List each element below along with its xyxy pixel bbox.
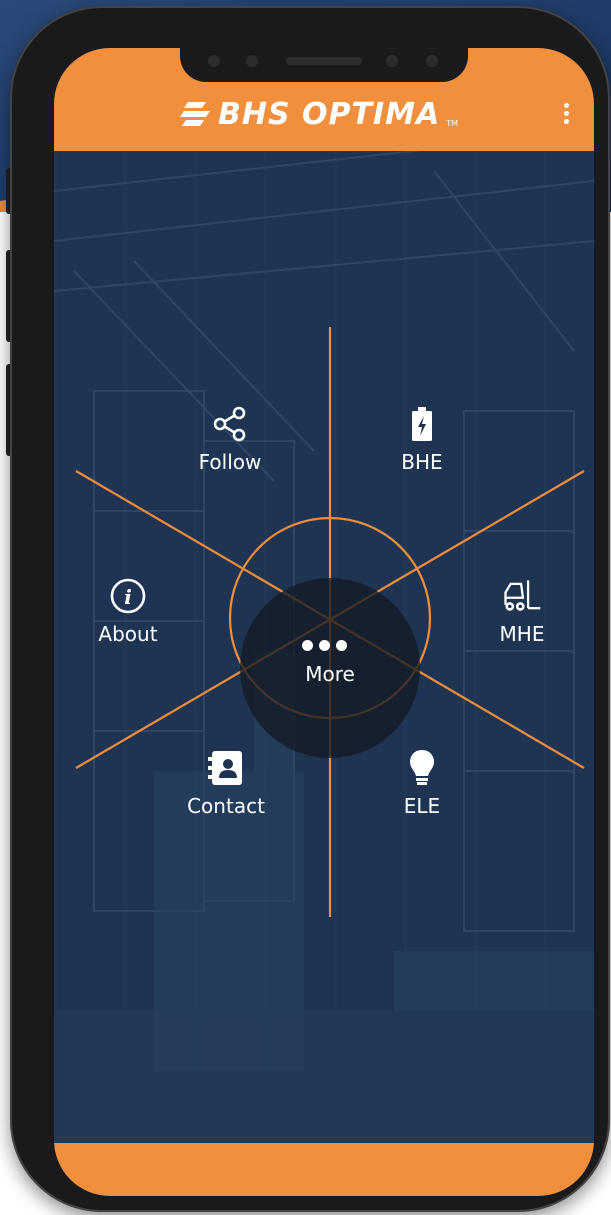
menu-item-label: About [98, 622, 158, 646]
speaker-grille [286, 57, 362, 65]
menu-item-contact[interactable]: Contact [176, 748, 276, 818]
share-icon [210, 404, 250, 444]
menu-item-label: MHE [499, 622, 545, 646]
camera-icon [426, 55, 438, 67]
menu-item-about[interactable]: i About [78, 576, 178, 646]
menu-item-ele[interactable]: ELE [372, 748, 472, 818]
trademark: TM [446, 119, 459, 128]
phone-notch [180, 48, 468, 82]
phone-screen: BHS OPTIMA TM More Follow BHE i About MH… [54, 48, 594, 1196]
app-body: More Follow BHE i About MHE Contact ELE [54, 151, 594, 1143]
lightbulb-icon [402, 748, 442, 788]
phone-frame: BHS OPTIMA TM More Follow BHE i About MH… [10, 6, 610, 1212]
menu-item-bhe[interactable]: BHE [372, 404, 472, 474]
sensor-icon [246, 55, 258, 67]
app-logo: BHS OPTIMA TM [180, 94, 490, 134]
more-button[interactable]: More [240, 578, 420, 758]
sensor-icon [386, 55, 398, 67]
sensor-icon [208, 55, 220, 67]
menu-item-follow[interactable]: Follow [180, 404, 280, 474]
kebab-dot-icon [563, 111, 569, 116]
menu-item-label: ELE [403, 794, 441, 818]
kebab-dot-icon [563, 103, 569, 108]
info-icon: i [108, 576, 148, 616]
kebab-dot-icon [563, 119, 569, 124]
brand-name: BHS OPTIMA [218, 96, 441, 132]
logo-mark-icon [180, 102, 210, 126]
menu-item-label: Follow [198, 450, 262, 474]
forklift-icon [502, 576, 542, 616]
svg-text:i: i [124, 585, 132, 609]
menu-item-label: Contact [187, 794, 265, 818]
more-label: More [305, 662, 355, 686]
contact-book-icon [206, 748, 246, 788]
battery-charging-icon [402, 404, 442, 444]
app-header: BHS OPTIMA TM [54, 48, 594, 151]
menu-item-label: BHE [401, 450, 443, 474]
app-footer [54, 1143, 594, 1196]
more-dots-icon [302, 640, 347, 651]
overflow-menu-button[interactable] [554, 100, 578, 132]
menu-item-mhe[interactable]: MHE [472, 576, 572, 646]
